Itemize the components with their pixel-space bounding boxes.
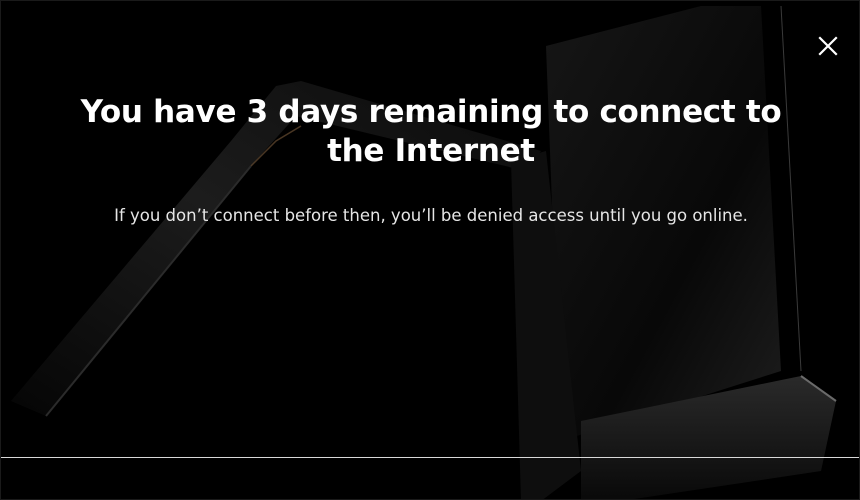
dialog-message: If you don’t connect before then, you’ll… <box>114 206 748 225</box>
close-button[interactable] <box>815 33 841 59</box>
close-icon <box>818 36 838 56</box>
offline-warning-dialog: You have 3 days remaining to connect to … <box>0 0 860 500</box>
background-artwork <box>11 5 837 499</box>
footer-divider <box>1 457 859 458</box>
dialog-headline: You have 3 days remaining to connect to … <box>80 94 782 169</box>
